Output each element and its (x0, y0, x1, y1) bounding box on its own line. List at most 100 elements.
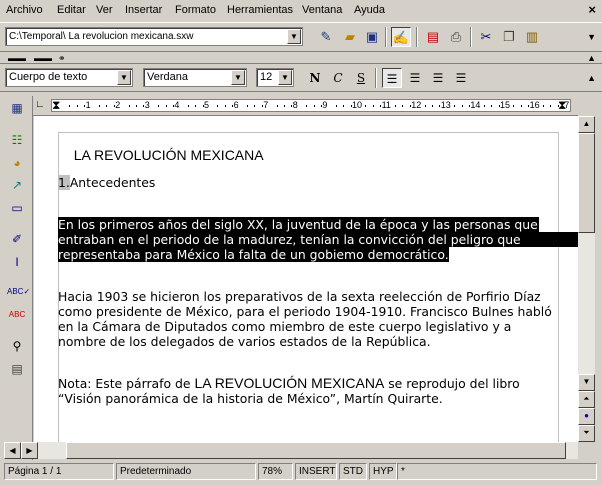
scroll-down-icon[interactable]: ▼ (578, 374, 595, 391)
find-binoculars-icon[interactable]: ⚲ (7, 336, 27, 356)
link-icon[interactable]: ⚭ (58, 53, 66, 64)
url-combobox[interactable]: C:\Temporal\ La revolucion mexicana.sxw … (5, 27, 303, 46)
menu-formato[interactable]: Formato (175, 4, 216, 16)
vertical-scroll-thumb[interactable] (578, 133, 595, 233)
navigator-icon[interactable]: ● (578, 408, 595, 425)
document-title[interactable]: LA REVOLUCIÓN MEXICANA (58, 133, 563, 178)
align-center-icon[interactable]: ☰ (405, 68, 425, 88)
align-right-icon[interactable]: ☰ (428, 68, 448, 88)
function-toolbar: C:\Temporal\ La revolucion mexicana.sxw … (0, 22, 602, 52)
underline-button[interactable]: S (351, 68, 371, 88)
align-left-icon[interactable]: ☰ (382, 68, 402, 88)
ruler-tick (498, 105, 500, 107)
scroll-up-icon[interactable]: ▲ (578, 116, 595, 133)
menu-ventana[interactable]: Ventana (302, 4, 342, 16)
form-icon[interactable]: ▭ (7, 198, 27, 218)
toolbar-more-icon[interactable]: ▲ (587, 73, 596, 83)
chevron-down-icon[interactable]: ▼ (278, 70, 292, 85)
ruler-tick (284, 105, 285, 107)
body-paragraph[interactable]: Hacia 1903 se hicieron los preparativos … (58, 289, 563, 349)
ruler-tick (99, 105, 100, 107)
text-run: Nota: Este párrafo de (58, 376, 195, 391)
menu-insertar[interactable]: Insertar (125, 4, 162, 16)
draw-icon[interactable]: ↗ (7, 175, 27, 195)
insert-table-icon[interactable]: ▦ (7, 98, 27, 118)
horizontal-scroll-thumb[interactable] (66, 442, 566, 459)
insert-mode-indicator[interactable]: INSERT (295, 463, 337, 480)
justify-icon[interactable]: ☰ (451, 68, 471, 88)
ruler-tick (158, 105, 160, 107)
selection-mode-indicator[interactable]: STD (339, 463, 367, 480)
ruler-tick (372, 105, 374, 107)
ruler-number: 3 (144, 100, 150, 110)
text-line: en la Cámara de Diputados como miembro d… (58, 319, 512, 334)
close-document-icon[interactable]: × (588, 2, 596, 17)
paragraph-style-select[interactable]: Cuerpo de texto ▼ (5, 68, 133, 87)
print-icon[interactable]: ⎙ (446, 27, 466, 47)
autocomplete-icon[interactable]: ✐ (7, 229, 27, 249)
scroll-left-icon[interactable]: ◀ (4, 442, 21, 459)
chevron-down-icon[interactable]: ▼ (287, 29, 301, 44)
copy-icon[interactable]: ❐ (499, 27, 519, 47)
paragraph-style-value: Cuerpo de texto (9, 71, 88, 83)
paste-icon[interactable]: ▥ (522, 27, 542, 47)
bold-button[interactable]: N (305, 68, 325, 88)
horizontal-ruler: ∟ ⧗ ⧗ 1 2 3 4 5 6 7 8 9 10 11 12 13 14 15 16 17 (33, 96, 578, 116)
cut-icon[interactable]: ✂ (476, 27, 496, 47)
vertical-scrollbar[interactable]: ▲ ▼ ⏶ ● ⏷ (578, 116, 595, 442)
note-paragraph[interactable]: Nota: Este párrafo de LA REVOLUCIÓN MEXI… (58, 376, 563, 407)
spellcheck-icon[interactable]: ABC✓ (7, 282, 30, 302)
ruler-tick (202, 105, 204, 107)
next-page-icon[interactable]: ⏷ (578, 425, 595, 442)
ruler-number: 17 (559, 100, 570, 110)
italic-button[interactable]: C (328, 68, 348, 88)
ruler-tick (224, 105, 226, 107)
ruler-tick (454, 105, 456, 107)
horizontal-scrollbar[interactable]: ◀ ▶ (4, 442, 578, 459)
chevron-down-icon[interactable]: ▼ (231, 70, 245, 85)
save-icon[interactable]: ▣ (362, 27, 382, 47)
menu-editar[interactable]: Editar (57, 4, 86, 16)
selected-paragraph[interactable]: En los primeros años del siglo XX, la ju… (58, 217, 578, 262)
ruler-scale[interactable]: ⧗ ⧗ 1 2 3 4 5 6 7 8 9 10 11 12 13 14 15 16 17 (51, 98, 571, 113)
separator (375, 68, 377, 88)
edit-mode-icon[interactable]: ✍ (391, 27, 411, 47)
ruler-tick (313, 105, 315, 107)
open-folder-icon[interactable]: ▰ (340, 27, 360, 47)
url-input[interactable]: C:\Temporal\ La revolucion mexicana.sxw (9, 31, 194, 42)
font-size-select[interactable]: 12 ▼ (256, 68, 294, 87)
scroll-right-icon[interactable]: ▶ (21, 442, 38, 459)
ruler-number: 4 (174, 100, 180, 110)
ruler-tick (128, 105, 130, 107)
ruler-tick (439, 105, 441, 107)
heading-number: 1. (58, 175, 70, 190)
export-pdf-icon[interactable]: ▤ (423, 27, 443, 47)
font-name-select[interactable]: Verdana ▼ (143, 68, 247, 87)
menu-ayuda[interactable]: Ayuda (354, 4, 385, 16)
insert-object-icon[interactable]: ◕ (7, 153, 27, 173)
ruler-tick (528, 105, 530, 107)
page-style-indicator[interactable]: Predeterminado (116, 463, 256, 480)
heading-paragraph[interactable]: 1.Antecedentes (58, 175, 563, 190)
datasources-icon[interactable]: ▤ (7, 359, 27, 379)
insert-fields-icon[interactable]: ☷ (7, 130, 27, 150)
menu-ver[interactable]: Ver (96, 4, 113, 16)
new-document-icon[interactable]: ✎ (316, 27, 336, 47)
chevron-down-icon[interactable]: ▼ (117, 70, 131, 85)
bar-handle-icon: ▬▬ (8, 53, 26, 63)
text-cursor-icon[interactable]: I (7, 252, 27, 272)
previous-page-icon[interactable]: ⏶ (578, 391, 595, 408)
tab-type-icon[interactable]: ∟ (35, 99, 45, 110)
ruler-tick (365, 105, 367, 107)
toolbar-more-icon[interactable]: ▲ (587, 53, 596, 63)
menu-herramientas[interactable]: Herramientas (227, 4, 293, 16)
document-page[interactable]: LA REVOLUCIÓN MEXICANA 1.Antecedentes En… (34, 116, 578, 442)
indent-marker-icon[interactable]: ⧗ (52, 98, 60, 113)
ruler-tick (424, 105, 426, 107)
autospellcheck-icon[interactable]: ABC (7, 305, 27, 325)
menu-archivo[interactable]: Archivo (6, 4, 43, 16)
ruler-tick (461, 105, 463, 107)
zoom-indicator[interactable]: 78% (258, 463, 293, 480)
toolbar-more-icon[interactable]: ▼ (587, 32, 596, 42)
hyperlink-mode-indicator[interactable]: HYP (369, 463, 397, 480)
